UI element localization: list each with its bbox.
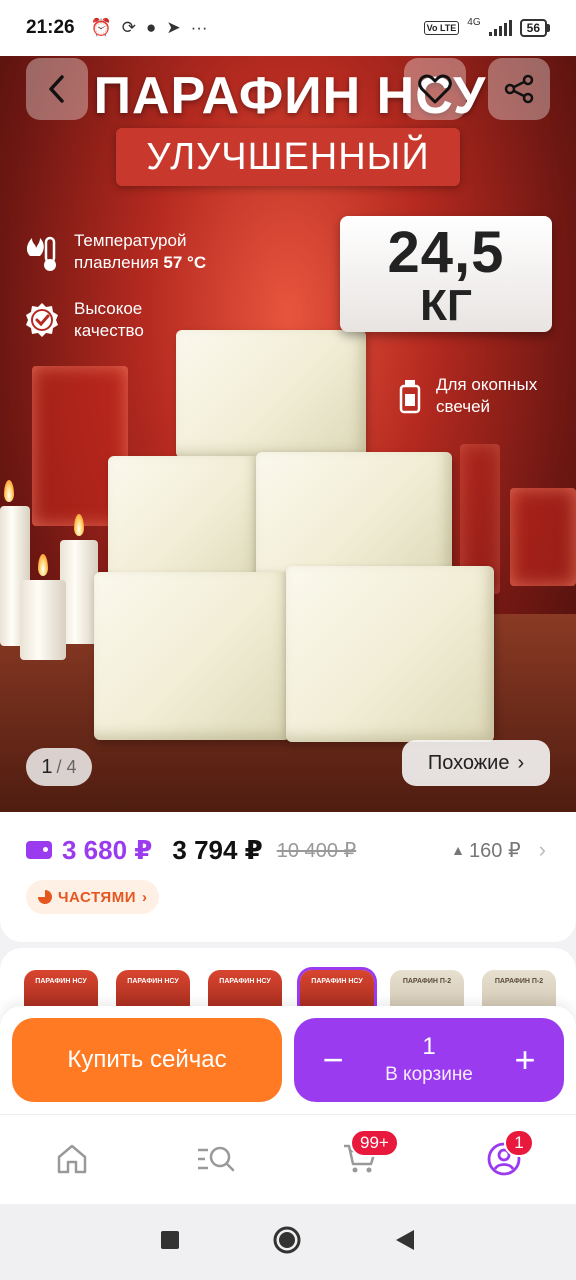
cart-badge: 99+ bbox=[350, 1129, 399, 1157]
sync-icon: ⟳ bbox=[121, 18, 137, 37]
product-image-carousel[interactable]: УЛУЧШЕННЫЙ ПАРАФИН НСУ Температурой плав… bbox=[0, 44, 576, 814]
wax-block bbox=[94, 572, 290, 740]
increase-button[interactable]: + bbox=[510, 1042, 540, 1078]
old-price: 10 400 ₽ bbox=[276, 839, 357, 862]
similar-button[interactable]: Похожие › bbox=[402, 740, 550, 786]
triangle-up-icon: ▲ bbox=[451, 842, 466, 858]
share-icon bbox=[504, 74, 534, 104]
decrease-button[interactable]: − bbox=[318, 1042, 348, 1078]
quantity-value: 1 bbox=[422, 1033, 436, 1060]
catalog-search-icon bbox=[198, 1146, 235, 1172]
candle bbox=[20, 580, 66, 660]
wallet-icon bbox=[26, 841, 52, 859]
installments-button[interactable]: ЧАСТЯМИ › bbox=[26, 880, 160, 914]
home-system-button[interactable] bbox=[272, 1225, 302, 1260]
telegram-icon: ➤ bbox=[166, 18, 181, 37]
price-diff: ▲ 160 ₽ bbox=[451, 839, 521, 862]
favorite-button[interactable] bbox=[404, 58, 466, 120]
candle-flame bbox=[4, 480, 14, 502]
heart-icon bbox=[418, 74, 452, 104]
chevron-right-icon: › bbox=[517, 751, 525, 774]
weight-label: 24,5 КГ bbox=[340, 216, 552, 332]
buy-now-button[interactable]: Купить сейчас bbox=[12, 1018, 282, 1102]
signal-icon bbox=[488, 20, 512, 36]
quality-badge-icon bbox=[22, 300, 62, 340]
system-indicators: Vo LTE 4G 56 bbox=[423, 16, 550, 37]
status-bar: 21:26 ⏰ ⟳ ● ➤ ··· Vo LTE 4G 56 bbox=[0, 0, 576, 56]
feature-temperature-text: Температурой плавления 57 °C bbox=[74, 231, 207, 272]
subtitle-banner: УЛУЧШЕННЫЙ bbox=[116, 128, 460, 186]
price-row[interactable]: 3 680 ₽ 3 794 ₽ 10 400 ₽ ▲ 160 ₽ › bbox=[26, 830, 546, 870]
wax-block bbox=[286, 566, 494, 742]
weight-unit: КГ bbox=[420, 281, 472, 330]
recents-button[interactable] bbox=[160, 1230, 180, 1255]
candle-jar-icon bbox=[396, 376, 424, 416]
status-time: 21:26 bbox=[26, 17, 75, 38]
nav-catalog[interactable] bbox=[196, 1139, 236, 1179]
thermometer-flame-icon bbox=[22, 232, 62, 272]
image-counter: 1 / 4 bbox=[26, 748, 92, 786]
candle-flame bbox=[74, 514, 84, 536]
weight-value: 24,5 bbox=[387, 220, 505, 285]
price-section: 3 680 ₽ 3 794 ₽ 10 400 ₽ ▲ 160 ₽ › ЧАСТЯ… bbox=[0, 812, 576, 942]
back-system-button[interactable] bbox=[394, 1228, 416, 1257]
square-icon bbox=[161, 1230, 179, 1249]
bottom-navigation: 99+ 1 bbox=[0, 1114, 576, 1204]
main-price: 3 794 ₽ bbox=[172, 834, 263, 865]
in-cart-label: В корзине bbox=[385, 1064, 473, 1085]
notification-icons: ⏰ ⟳ ● ➤ ··· bbox=[91, 18, 208, 38]
candle-glass bbox=[510, 488, 576, 586]
feature-quality-text: Высокое качество bbox=[74, 299, 144, 340]
feature-quality: Высокое качество bbox=[22, 298, 144, 342]
triangle-back-icon bbox=[396, 1229, 414, 1250]
chevron-left-icon bbox=[49, 75, 64, 103]
cart-quantity[interactable]: 1 В корзине bbox=[385, 1032, 473, 1088]
wax-block bbox=[176, 330, 366, 458]
pie-icon bbox=[38, 890, 52, 904]
home-icon bbox=[57, 1144, 87, 1174]
purchase-bar: Купить сейчас − 1 В корзине + bbox=[0, 1006, 576, 1114]
feature-temperature: Температурой плавления 57 °C bbox=[22, 230, 206, 274]
feature-candles-text: Для окопных свечей bbox=[436, 375, 538, 416]
app-icon: ● bbox=[146, 18, 157, 37]
back-button[interactable] bbox=[26, 58, 88, 120]
alarm-icon: ⏰ bbox=[90, 18, 112, 37]
wax-block bbox=[256, 452, 452, 584]
feature-candles: Для окопных свечей bbox=[396, 374, 537, 418]
chevron-right-icon: › bbox=[538, 837, 546, 862]
candle-flame bbox=[38, 554, 48, 576]
cart-quantity-control: − 1 В корзине + bbox=[294, 1018, 564, 1102]
card-price: 3 680 ₽ bbox=[62, 834, 153, 865]
chevron-right-icon: › bbox=[141, 888, 148, 906]
circle-icon bbox=[273, 1226, 301, 1253]
share-button[interactable] bbox=[488, 58, 550, 120]
volte-icon: Vo LTE bbox=[423, 21, 460, 35]
hero-subtitle: УЛУЧШЕННЫЙ bbox=[146, 135, 430, 178]
network-type: 4G bbox=[467, 16, 481, 28]
more-icon: ··· bbox=[190, 18, 208, 37]
nav-home[interactable] bbox=[52, 1139, 92, 1179]
product-page: УЛУЧШЕННЫЙ ПАРАФИН НСУ Температурой плав… bbox=[0, 0, 576, 1280]
profile-badge: 1 bbox=[504, 1129, 534, 1157]
system-navigation bbox=[0, 1204, 576, 1280]
battery-icon: 56 bbox=[519, 19, 550, 37]
